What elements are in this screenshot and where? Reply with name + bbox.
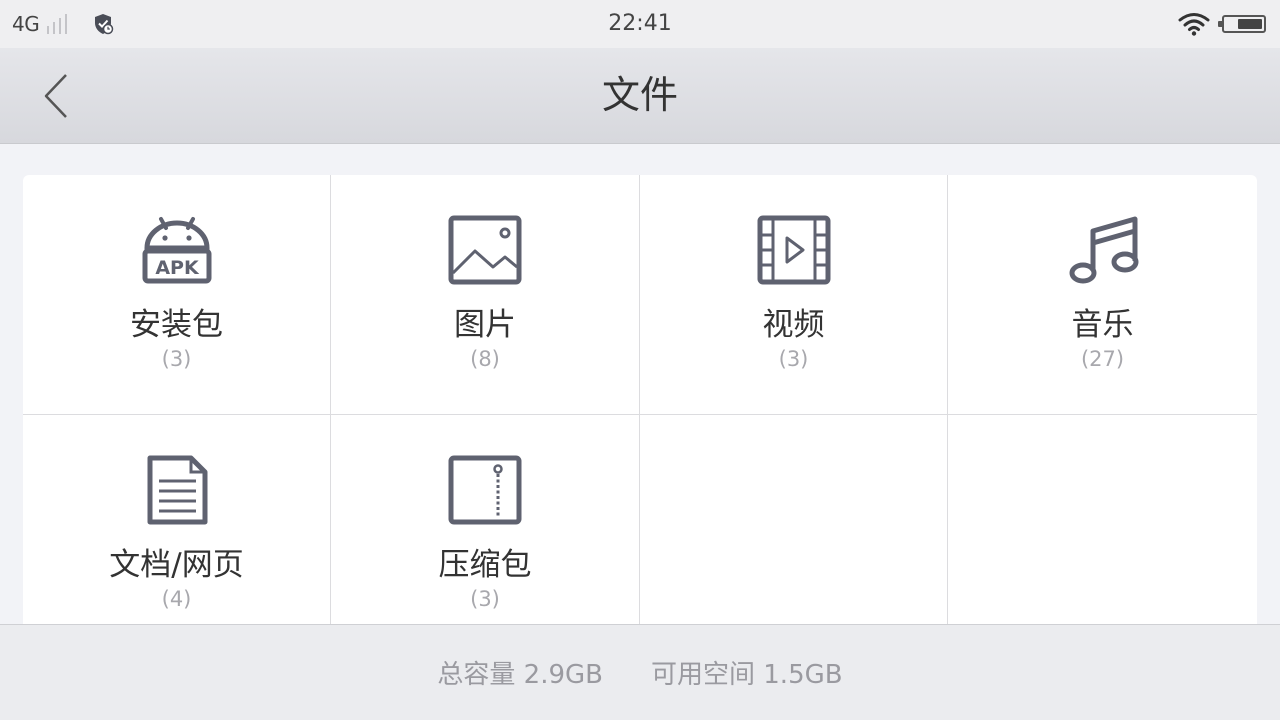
category-grid-card: APK 安装包 (3) 图片 (8) 视频 (3) 音乐 (27) 文档/网页 …	[23, 175, 1257, 624]
category-videos[interactable]: 视频 (3)	[640, 175, 948, 415]
category-documents[interactable]: 文档/网页 (4)	[23, 415, 331, 624]
category-count: (27)	[1080, 347, 1125, 371]
category-label: 安装包	[130, 307, 223, 343]
carrier-label: 4G	[12, 12, 40, 36]
status-clock: 22:41	[608, 11, 672, 36]
category-count: (3)	[470, 587, 500, 611]
shield-icon	[95, 14, 114, 35]
category-count: (3)	[778, 347, 809, 371]
status-bar: 4G 22:41	[0, 0, 1280, 48]
category-count: (4)	[161, 587, 192, 611]
video-icon	[757, 215, 830, 285]
document-icon	[147, 455, 207, 525]
category-archives[interactable]: 压缩包 (3)	[331, 415, 640, 624]
back-button[interactable]	[30, 70, 82, 122]
status-right	[1178, 0, 1266, 48]
svg-text:APK: APK	[155, 257, 200, 279]
category-label: 压缩包	[438, 547, 532, 583]
title-bar: 文件	[0, 48, 1280, 144]
total-storage-text: 总容量 2.9GB	[437, 660, 603, 690]
music-note-icon	[1069, 216, 1138, 284]
empty-cell	[640, 415, 948, 624]
category-label: 音乐	[1071, 307, 1134, 343]
empty-cell	[948, 415, 1257, 624]
category-grid: APK 安装包 (3) 图片 (8) 视频 (3) 音乐 (27) 文档/网页 …	[23, 175, 1257, 624]
android-apk-icon: APK	[142, 217, 211, 284]
zip-archive-icon	[448, 455, 522, 525]
available-space-text: 可用空间 1.5GB	[651, 660, 843, 690]
image-icon	[448, 215, 522, 285]
category-count: (8)	[470, 347, 500, 371]
page-title: 文件	[601, 73, 678, 117]
chevron-left-icon	[44, 74, 67, 118]
category-label: 图片	[454, 307, 516, 343]
category-images[interactable]: 图片 (8)	[331, 175, 640, 415]
storage-footer: 总容量 2.9GB 可用空间 1.5GB	[0, 624, 1280, 720]
battery-icon	[1218, 15, 1266, 33]
category-apk[interactable]: APK 安装包 (3)	[23, 175, 331, 415]
signal-bars-icon	[47, 14, 68, 34]
wifi-icon	[1178, 13, 1210, 36]
category-music[interactable]: 音乐 (27)	[948, 175, 1257, 415]
category-label: 视频	[762, 307, 825, 343]
status-left: 4G	[12, 0, 115, 48]
category-label: 文档/网页	[109, 547, 244, 583]
category-count: (3)	[161, 347, 192, 371]
